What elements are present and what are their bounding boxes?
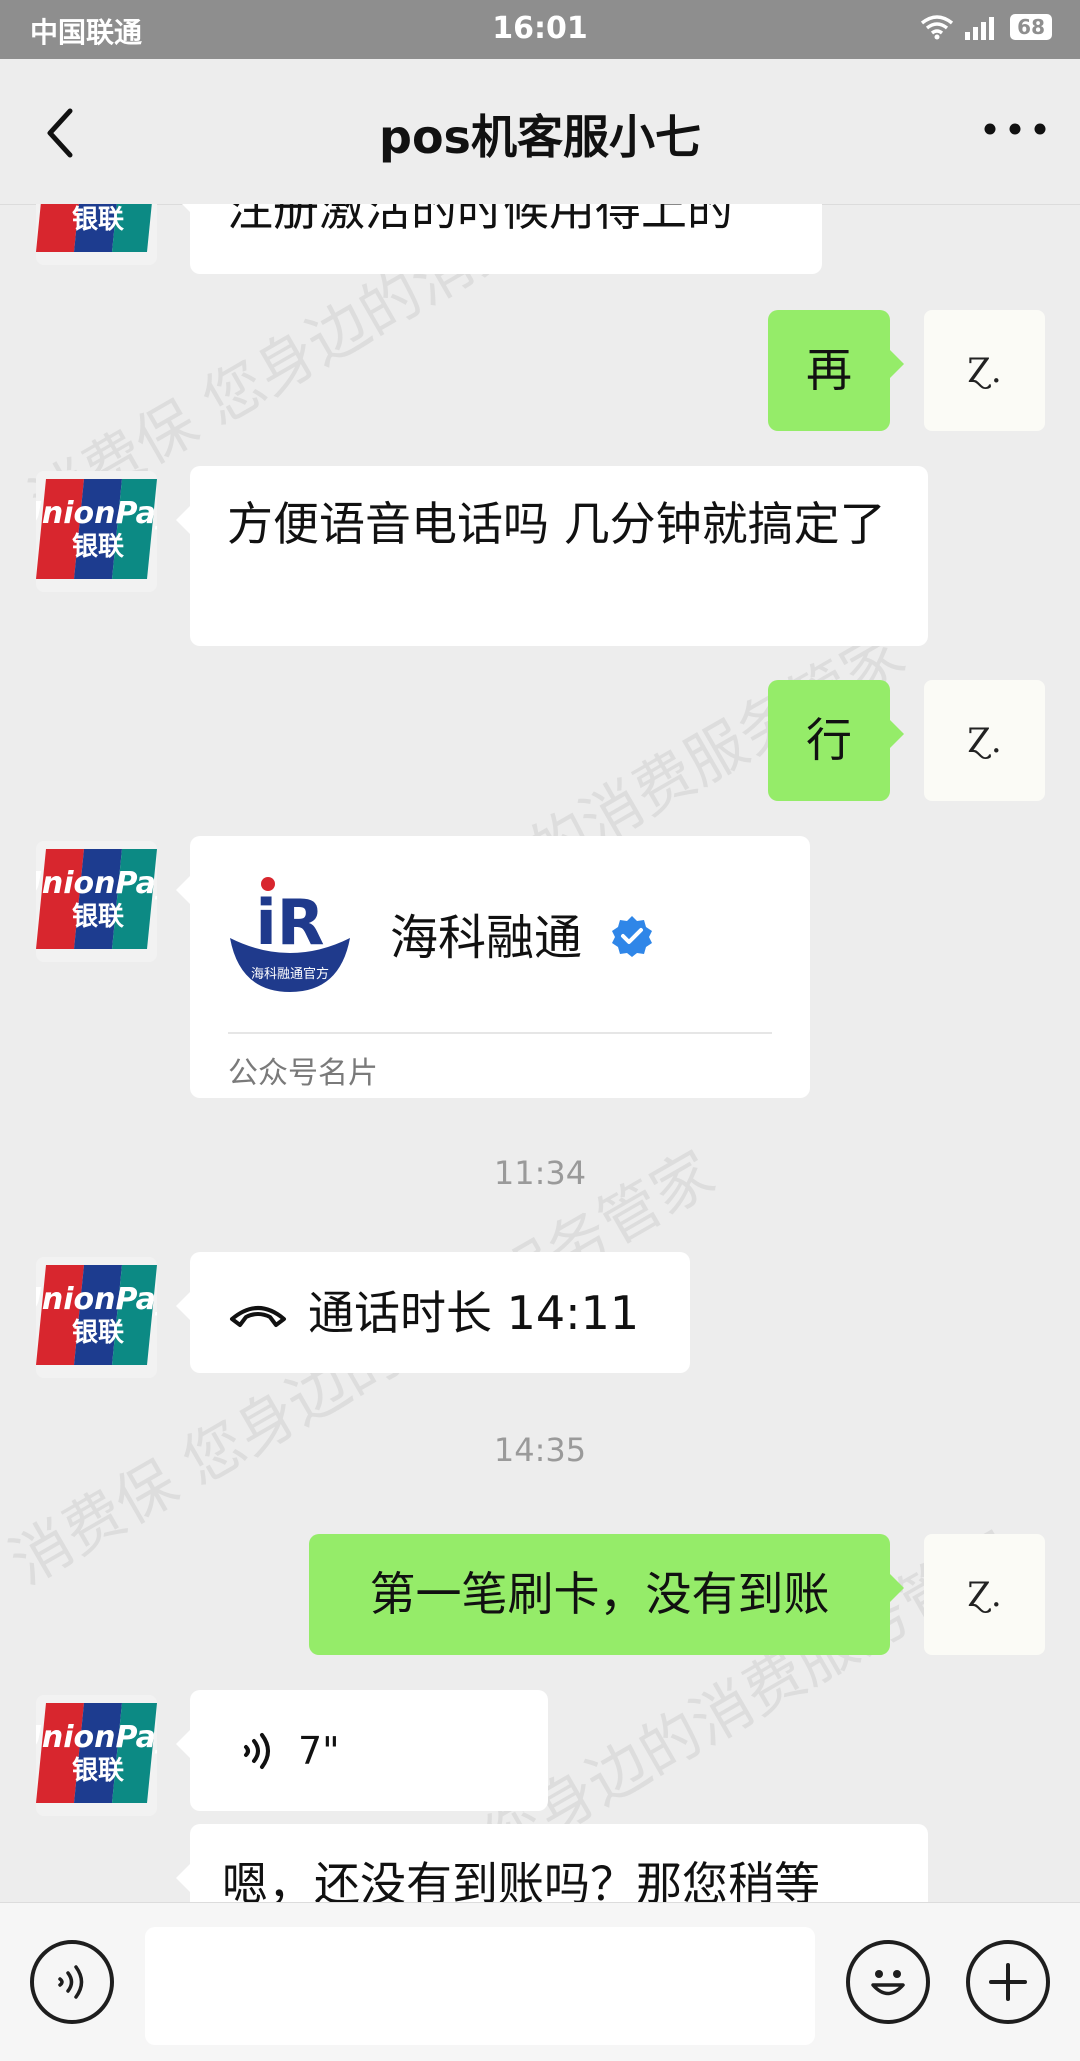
- plus-icon: [989, 1963, 1027, 2001]
- unionpay-cn-text: 银联: [72, 1756, 124, 1786]
- avatar[interactable]: UnionPay 银联: [36, 1257, 157, 1378]
- avatar[interactable]: UnionPay 银联: [36, 471, 157, 592]
- phone-hangup-icon: [230, 1305, 286, 1327]
- message-text: 行: [806, 713, 852, 767]
- message-text: 再: [806, 343, 852, 397]
- unionpay-text: UnionPay: [36, 1720, 157, 1755]
- timestamp: 11:34: [493, 1154, 587, 1192]
- avatar[interactable]: UnionPay 银联: [36, 841, 157, 962]
- official-account-card[interactable]: iR 海科融通官方 海科融通 公众号名片: [176, 836, 810, 1098]
- message-bubble[interactable]: 嗯，还没有到账吗？那您稍等: [176, 1824, 928, 1902]
- smile-icon: [871, 1970, 905, 1996]
- wifi-icon: [921, 15, 954, 40]
- emoji-button[interactable]: [846, 1940, 930, 2024]
- voice-duration: 7": [298, 1728, 340, 1773]
- voice-input-button[interactable]: [30, 1940, 114, 2024]
- avatar-me-text: Ɀ.: [967, 720, 1002, 761]
- card-divider: [228, 1032, 772, 1034]
- unionpay-cn-text: 银联: [72, 1318, 124, 1348]
- avatar-me-text: Ɀ.: [967, 350, 1002, 391]
- message-bubble[interactable]: 第一笔刷卡，没有到账: [309, 1534, 904, 1655]
- unionpay-text: UnionPay: [36, 1282, 157, 1317]
- account-logo: iR 海科融通官方: [230, 877, 350, 992]
- account-name: 海科融通: [390, 910, 583, 966]
- message-bubble[interactable]: 方便语音电话吗 几分钟就搞定了: [176, 466, 928, 646]
- unionpay-logo-icon: UnionPay 银联: [36, 849, 157, 949]
- avatar[interactable]: UnionPay 银联: [36, 204, 157, 265]
- card-type-label: 公众号名片: [228, 1056, 378, 1091]
- avatar-me[interactable]: Ɀ.: [924, 310, 1045, 431]
- more-options-icon[interactable]: [980, 109, 1050, 149]
- message-bubble[interactable]: 注册激活的时候用得上的: [176, 204, 822, 274]
- avatar-me-text: Ɀ.: [967, 1574, 1002, 1615]
- avatar-me[interactable]: Ɀ.: [924, 1534, 1045, 1655]
- input-bar: [0, 1902, 1080, 2061]
- message-list: UnionPay 银联 注册激活的时候用得上的 Ɀ. 再 UnionPay 银联…: [0, 204, 1080, 1902]
- message-bubble[interactable]: 行: [768, 680, 904, 801]
- voice-icon: [58, 1965, 84, 1999]
- unionpay-logo-icon: UnionPay 银联: [36, 1265, 157, 1365]
- unionpay-text: UnionPay: [36, 496, 157, 531]
- voice-wave-icon: [244, 1732, 270, 1769]
- unionpay-logo-icon: UnionPay 银联: [36, 1703, 157, 1803]
- message-text: 第一笔刷卡，没有到账: [369, 1567, 830, 1621]
- unionpay-cn-text: 银联: [72, 902, 124, 932]
- chat-title: pos机客服小七: [379, 110, 701, 164]
- unionpay-logo-icon: UnionPay 银联: [36, 479, 157, 579]
- call-duration-text: 通话时长 14:11: [308, 1285, 640, 1340]
- message-bubble[interactable]: 再: [768, 310, 904, 431]
- message-input[interactable]: [145, 1927, 815, 2045]
- message-text: 嗯，还没有到账吗？那您稍等: [222, 1857, 820, 1902]
- unionpay-cn-text: 银联: [72, 205, 124, 235]
- battery-indicator: 68: [1010, 14, 1052, 40]
- account-logo-subtext: 海科融通官方: [251, 966, 329, 982]
- verified-badge-icon: [612, 916, 652, 957]
- status-bar: 中国联通 16:01 68: [0, 0, 1080, 59]
- clock: 16:01: [492, 11, 588, 46]
- unionpay-logo-icon: UnionPay 银联: [36, 204, 152, 252]
- voice-message-bubble[interactable]: 7": [176, 1690, 548, 1811]
- chat-header: pos机客服小七: [0, 59, 1080, 205]
- more-actions-button[interactable]: [966, 1940, 1050, 2024]
- message-text: 注册激活的时候用得上的: [227, 204, 733, 236]
- avatar[interactable]: UnionPay 银联: [36, 1695, 157, 1816]
- avatar-me[interactable]: Ɀ.: [924, 680, 1045, 801]
- message-text: 方便语音电话吗 几分钟就搞定了: [227, 497, 886, 551]
- unionpay-text: UnionPay: [36, 866, 157, 901]
- timestamp: 14:35: [493, 1431, 587, 1469]
- account-logo-text: iR: [256, 886, 325, 959]
- call-record-bubble[interactable]: 通话时长 14:11: [176, 1252, 690, 1373]
- unionpay-cn-text: 银联: [72, 532, 124, 562]
- signal-icon: [965, 17, 995, 40]
